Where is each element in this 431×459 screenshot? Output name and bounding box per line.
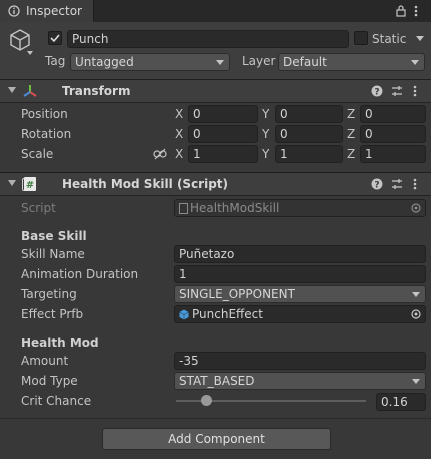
axis-x-label: X — [175, 107, 184, 121]
foldout-arrow-icon[interactable] — [8, 180, 16, 186]
preset-icon[interactable] — [391, 85, 403, 97]
targeting-label: Targeting — [21, 287, 77, 301]
chevron-down-icon — [412, 379, 420, 384]
effect-prfb-field[interactable]: PunchEffect — [174, 305, 426, 323]
mod-type-value: STAT_BASED — [179, 374, 255, 388]
name-field[interactable]: Punch — [67, 30, 349, 48]
rotation-z-field[interactable]: 0 — [360, 125, 426, 143]
menu-icon[interactable] — [414, 5, 418, 17]
amount-field[interactable]: -35 — [174, 352, 426, 370]
scale-x-field[interactable]: 1 — [188, 145, 258, 163]
layer-dropdown[interactable]: Default — [278, 53, 425, 71]
layer-label: Layer — [242, 54, 276, 68]
divider — [0, 418, 431, 419]
targeting-value: SINGLE_OPPONENT — [179, 287, 295, 301]
health-mod-header: Health Mod — [21, 336, 99, 350]
axis-y-label: Y — [262, 147, 270, 161]
axis-x-label: X — [175, 127, 184, 141]
script-value: HealthModSkill — [190, 201, 280, 215]
lock-icon[interactable] — [396, 5, 406, 17]
tab-inspector[interactable]: Inspector — [0, 0, 94, 22]
prefab-cube-icon — [179, 309, 189, 320]
tab-title: Inspector — [26, 4, 82, 18]
position-z-field[interactable]: 0 — [360, 105, 426, 123]
object-picker-icon[interactable] — [411, 309, 421, 319]
chevron-down-icon — [412, 292, 420, 297]
icon-dropdown-arrow-icon[interactable] — [27, 51, 33, 55]
base-skill-header: Base Skill — [21, 229, 87, 243]
script-object-field: HealthModSkill — [174, 199, 426, 217]
context-menu-icon[interactable] — [413, 85, 417, 97]
rotation-label: Rotation — [21, 127, 72, 141]
position-label: Position — [21, 107, 68, 121]
scale-label: Scale — [21, 147, 54, 161]
animation-duration-label: Animation Duration — [21, 267, 139, 281]
position-x-field[interactable]: 0 — [188, 105, 258, 123]
mod-type-label: Mod Type — [21, 374, 78, 388]
static-checkbox[interactable] — [354, 31, 368, 45]
skill-name-field[interactable]: Puñetazo — [174, 245, 426, 263]
tab-bar: Inspector — [0, 0, 431, 23]
static-label: Static — [372, 32, 407, 46]
help-icon[interactable]: ? — [371, 178, 383, 190]
active-checkbox[interactable] — [48, 31, 62, 45]
scale-z-field[interactable]: 1 — [360, 145, 426, 163]
tag-value: Untagged — [75, 55, 134, 69]
constrain-proportions-icon[interactable] — [153, 148, 167, 160]
effect-prfb-value: PunchEffect — [192, 307, 263, 321]
crit-chance-label: Crit Chance — [21, 394, 92, 408]
tag-dropdown[interactable]: Untagged — [70, 53, 230, 71]
gameobject-header: Punch Static Tag Untagged Layer Default — [0, 22, 431, 81]
svg-text:?: ? — [374, 181, 379, 191]
svg-text:#: # — [26, 180, 34, 191]
transform-header[interactable]: Transform ? — [0, 79, 431, 103]
skill-name-label: Skill Name — [21, 247, 85, 261]
script-file-icon — [179, 203, 188, 214]
axis-z-label: Z — [347, 147, 356, 161]
layer-value: Default — [283, 55, 327, 69]
static-dropdown-icon[interactable] — [416, 36, 424, 41]
crit-chance-slider-thumb[interactable] — [200, 395, 212, 406]
chevron-down-icon — [216, 60, 224, 65]
targeting-dropdown[interactable]: SINGLE_OPPONENT — [174, 285, 426, 303]
help-icon[interactable]: ? — [371, 85, 383, 97]
tag-label: Tag — [45, 54, 66, 68]
transform-icon — [23, 85, 37, 97]
script-file-icon: # — [24, 177, 36, 191]
axis-z-label: Z — [347, 107, 356, 121]
info-icon — [8, 5, 20, 17]
scale-y-field[interactable]: 1 — [275, 145, 343, 163]
axis-y-label: Y — [262, 127, 270, 141]
rotation-y-field[interactable]: 0 — [275, 125, 343, 143]
component-title: Health Mod Skill (Script) — [62, 177, 229, 191]
axis-y-label: Y — [262, 107, 270, 121]
transform-title: Transform — [62, 84, 131, 98]
script-label: Script — [21, 201, 56, 215]
context-menu-icon[interactable] — [413, 178, 417, 190]
axis-x-label: X — [175, 147, 184, 161]
foldout-arrow-icon[interactable] — [8, 87, 16, 93]
mod-type-dropdown[interactable]: STAT_BASED — [174, 372, 426, 390]
rotation-x-field[interactable]: 0 — [188, 125, 258, 143]
animation-duration-field[interactable]: 1 — [174, 265, 426, 283]
preset-icon[interactable] — [391, 178, 403, 190]
axis-z-label: Z — [347, 127, 356, 141]
script-component-header[interactable]: # Health Mod Skill (Script) ? — [0, 172, 431, 196]
effect-prfb-label: Effect Prfb — [21, 307, 84, 321]
gameobject-cube-icon[interactable] — [8, 28, 32, 52]
amount-label: Amount — [21, 354, 69, 368]
check-icon — [50, 34, 60, 43]
object-picker-icon — [411, 203, 421, 213]
add-component-button[interactable]: Add Component — [102, 428, 331, 450]
chevron-down-icon — [411, 60, 419, 65]
svg-text:?: ? — [374, 88, 379, 98]
crit-chance-field[interactable]: 0.16 — [376, 393, 426, 411]
position-y-field[interactable]: 0 — [275, 105, 343, 123]
